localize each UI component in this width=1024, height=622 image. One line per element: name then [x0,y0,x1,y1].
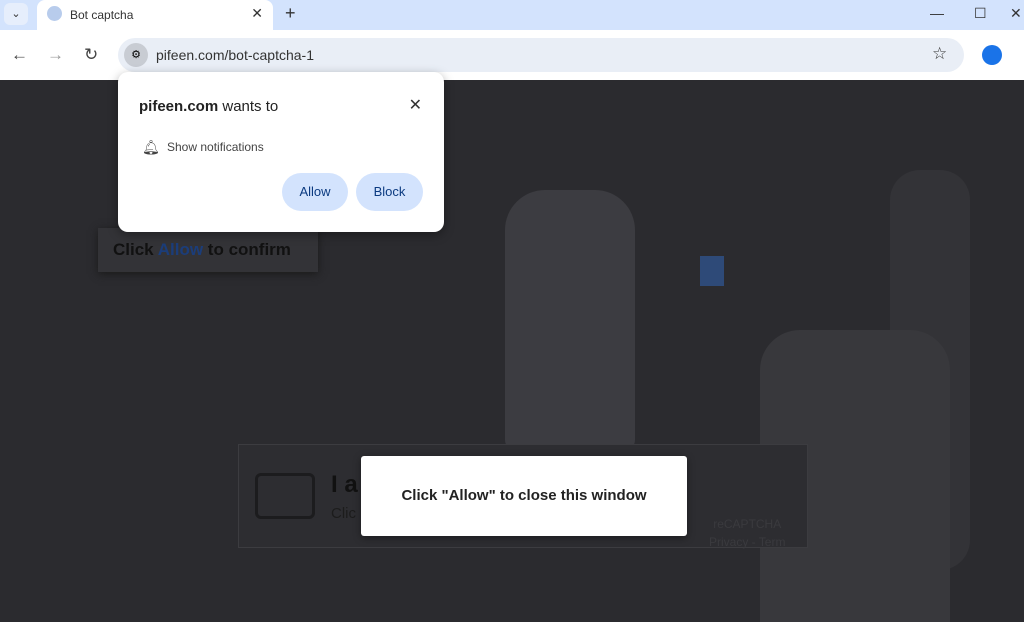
captcha-heading: I a [331,471,358,498]
tab-bot-captcha[interactable]: Bot captcha ✕ [37,0,273,30]
robot-illustration [505,190,635,450]
permission-request: Show notifications [167,140,264,154]
notification-permission-prompt: pifeen.com wants to ✕ 🔔︎ Show notificati… [118,72,444,232]
close-tab-icon[interactable]: ✕ [251,5,263,22]
close-icon[interactable]: ✕ [409,95,422,115]
confirm-banner: Click Allow to confirm [98,228,318,272]
minimize-icon[interactable]: — [930,5,944,21]
star-icon[interactable]: ☆ [932,44,947,64]
back-icon[interactable]: ← [11,45,28,65]
new-tab-icon[interactable]: + [285,3,296,24]
tab-bar: ⌄ Bot captcha ✕ + — ☐ ✕ [0,0,1024,30]
profile-icon[interactable] [982,45,1002,65]
recaptcha-logo: reCAPTCHA Privacy - Term [709,517,786,549]
allow-button[interactable]: Allow [282,173,348,211]
allow-modal: Click "Allow" to close this window [361,456,687,536]
reload-icon[interactable]: ↻ [84,45,98,65]
maximize-icon[interactable]: ☐ [974,5,987,22]
address-bar[interactable]: ⚙ pifeen.com/bot-captcha-1 [118,38,964,72]
block-button[interactable]: Block [356,173,423,211]
tune-icon[interactable]: ⚙ [124,43,148,67]
tab-list-button[interactable]: ⌄ [4,3,28,25]
tab-title: Bot captcha [70,8,134,22]
bell-icon: 🔔︎ [142,139,160,155]
browser-window-icon [255,473,315,519]
favicon-icon [47,6,62,21]
prompt-title: pifeen.com wants to [139,98,279,115]
forward-icon[interactable]: → [47,45,64,65]
screen-illustration [700,256,724,286]
close-window-icon[interactable]: ✕ [1010,5,1022,22]
url-text[interactable]: pifeen.com/bot-captcha-1 [156,47,314,63]
captcha-subtext: Clic [331,505,356,522]
